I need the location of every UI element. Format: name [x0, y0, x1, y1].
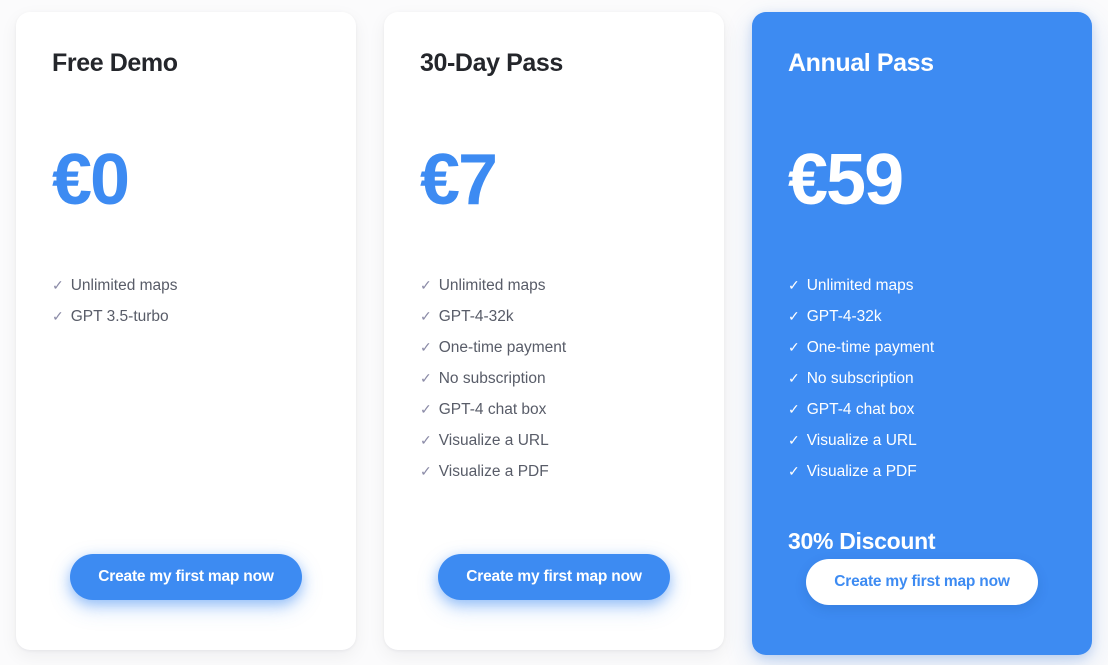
- check-icon: ✓: [788, 431, 800, 448]
- feature-label: No subscription: [806, 369, 914, 387]
- list-item: ✓ Unlimited maps: [52, 276, 334, 294]
- pricing-card-annual-pass[interactable]: Annual Pass €59 ✓ Unlimited maps ✓ GPT-4…: [752, 12, 1092, 655]
- plan-price: €7: [420, 139, 498, 220]
- check-icon: ✓: [420, 431, 432, 448]
- check-icon: ✓: [52, 307, 64, 324]
- feature-label: Unlimited maps: [806, 276, 914, 294]
- feature-label: One-time payment: [438, 338, 567, 356]
- check-icon: ✓: [420, 276, 432, 293]
- check-icon: ✓: [788, 276, 800, 293]
- check-icon: ✓: [788, 369, 800, 386]
- plan-price: €0: [52, 139, 130, 220]
- feature-label: GPT 3.5-turbo: [70, 307, 169, 325]
- check-icon: ✓: [788, 462, 800, 479]
- check-icon: ✓: [52, 276, 64, 293]
- check-icon: ✓: [420, 338, 432, 355]
- list-item: ✓ One-time payment: [420, 338, 702, 356]
- feature-label: One-time payment: [806, 338, 935, 356]
- plan-price: €59: [788, 139, 904, 220]
- list-item: ✓ GPT-4 chat box: [420, 400, 702, 418]
- create-map-button[interactable]: Create my first map now: [806, 559, 1038, 605]
- cta-container: Create my first map now: [38, 554, 334, 628]
- list-item: ✓ Unlimited maps: [420, 276, 702, 294]
- cta-container: Create my first map now: [774, 559, 1070, 633]
- feature-label: Visualize a URL: [438, 431, 549, 449]
- check-icon: ✓: [788, 307, 800, 324]
- pricing-card-free-demo[interactable]: Free Demo €0 ✓ Unlimited maps ✓ GPT 3.5-…: [16, 12, 356, 650]
- check-icon: ✓: [420, 307, 432, 324]
- feature-label: No subscription: [438, 369, 546, 387]
- plan-title: 30-Day Pass: [420, 49, 563, 77]
- feature-label: GPT-4 chat box: [806, 400, 915, 418]
- feature-label: Visualize a PDF: [438, 462, 549, 480]
- discount-badge: 30% Discount: [788, 527, 936, 554]
- plan-feature-list: ✓ Unlimited maps ✓ GPT-4-32k ✓ One-time …: [788, 276, 1070, 495]
- create-map-button[interactable]: Create my first map now: [70, 554, 302, 600]
- list-item: ✓ GPT-4-32k: [788, 307, 1070, 325]
- create-map-button[interactable]: Create my first map now: [438, 554, 670, 600]
- plan-feature-list: ✓ Unlimited maps ✓ GPT-4-32k ✓ One-time …: [420, 276, 702, 495]
- check-icon: ✓: [420, 462, 432, 479]
- plan-title: Free Demo: [52, 49, 178, 77]
- check-icon: ✓: [420, 400, 432, 417]
- list-item: ✓ Unlimited maps: [788, 276, 1070, 294]
- pricing-plans-grid: Free Demo €0 ✓ Unlimited maps ✓ GPT 3.5-…: [0, 0, 1108, 665]
- feature-label: GPT-4 chat box: [438, 400, 547, 418]
- list-item: ✓ GPT-4-32k: [420, 307, 702, 325]
- plan-title: Annual Pass: [788, 49, 934, 77]
- check-icon: ✓: [788, 338, 800, 355]
- plan-feature-list: ✓ Unlimited maps ✓ GPT 3.5-turbo: [52, 276, 334, 340]
- list-item: ✓ GPT-4 chat box: [788, 400, 1070, 418]
- feature-label: Unlimited maps: [70, 276, 178, 294]
- list-item: ✓ One-time payment: [788, 338, 1070, 356]
- list-item: ✓ No subscription: [788, 369, 1070, 387]
- feature-label: GPT-4-32k: [806, 307, 882, 325]
- feature-label: GPT-4-32k: [438, 307, 514, 325]
- cta-container: Create my first map now: [406, 554, 702, 628]
- pricing-card-thirty-day-pass[interactable]: 30-Day Pass €7 ✓ Unlimited maps ✓ GPT-4-…: [384, 12, 724, 650]
- list-item: ✓ No subscription: [420, 369, 702, 387]
- feature-label: Visualize a PDF: [806, 462, 917, 480]
- list-item: ✓ GPT 3.5-turbo: [52, 307, 334, 325]
- list-item: ✓ Visualize a PDF: [420, 462, 702, 480]
- check-icon: ✓: [788, 400, 800, 417]
- list-item: ✓ Visualize a URL: [420, 431, 702, 449]
- feature-label: Unlimited maps: [438, 276, 546, 294]
- list-item: ✓ Visualize a PDF: [788, 462, 1070, 480]
- feature-label: Visualize a URL: [806, 431, 917, 449]
- list-item: ✓ Visualize a URL: [788, 431, 1070, 449]
- check-icon: ✓: [420, 369, 432, 386]
